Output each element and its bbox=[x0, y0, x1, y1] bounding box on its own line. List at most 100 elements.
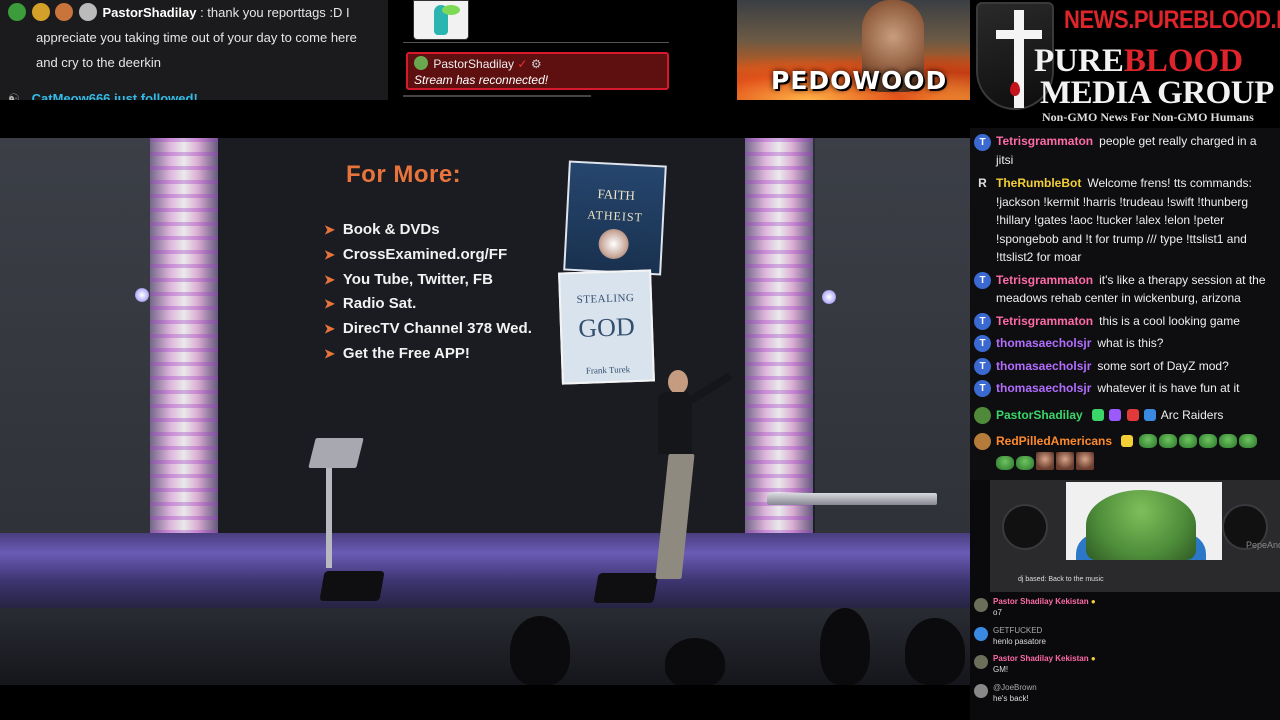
arrow-icon: ➤ bbox=[324, 296, 335, 312]
avatar[interactable]: T bbox=[974, 357, 991, 375]
bottom-letterbox bbox=[0, 685, 970, 720]
chat-username[interactable]: thomasaecholsjr bbox=[996, 336, 1091, 350]
top-chat-line: and cry to the deerkin bbox=[36, 55, 162, 70]
chat-username[interactable]: thomasaecholsjr bbox=[996, 359, 1091, 373]
arrow-icon: ➤ bbox=[324, 246, 335, 262]
badge-icon: ● bbox=[1090, 654, 1096, 663]
pepe-emote-icon bbox=[1158, 434, 1177, 448]
chat-username[interactable]: RedPilledAmericans bbox=[996, 434, 1112, 448]
book-subtitle: ATHEIST bbox=[586, 207, 644, 225]
arrow-icon: ➤ bbox=[324, 271, 335, 287]
badge-icon: ● bbox=[1090, 597, 1096, 606]
badge-icon bbox=[1121, 435, 1134, 447]
avatar[interactable]: T bbox=[974, 271, 991, 289]
chat-username[interactable]: PastorShadilay bbox=[996, 408, 1083, 422]
book-title: FAITH bbox=[597, 186, 636, 203]
slide-item: ➤ CrossExamined.org/FF bbox=[324, 243, 532, 268]
face-emote-icon bbox=[1036, 451, 1054, 470]
pepe-emote-icon bbox=[1198, 434, 1217, 448]
chat-message: o7 bbox=[993, 608, 1002, 617]
avatar[interactable] bbox=[974, 433, 991, 450]
avatar[interactable] bbox=[974, 406, 991, 424]
chat-message: GM! bbox=[993, 665, 1009, 674]
slide-item: ➤ Radio Sat. bbox=[324, 292, 532, 317]
avatar[interactable]: T bbox=[974, 335, 991, 352]
pedowood-banner: PEDOWOOD bbox=[737, 0, 970, 100]
emote-row bbox=[996, 451, 1274, 473]
logo-site-url: NEWS.PUREBLOOD.MEDIA bbox=[1064, 6, 1280, 34]
chat-username[interactable]: Pastor Shadilay Kekistan bbox=[993, 597, 1089, 606]
leaf-icon bbox=[442, 5, 460, 15]
chat-message-row: T thomasaecholsjr whatever it is have fun… bbox=[970, 379, 1280, 398]
slide-item-text: Book & DVDs bbox=[342, 221, 440, 238]
chat-username[interactable]: Tetrisgrammaton bbox=[996, 314, 1093, 328]
chat-message-row: R TheRumbleBot Welcome frens! tts command… bbox=[970, 174, 1280, 267]
avatar[interactable]: R bbox=[974, 175, 991, 192]
book-cover-faith: FAITH ATHEIST bbox=[563, 160, 667, 276]
slide-item-text: DirecTV Channel 378 Wed. bbox=[342, 320, 532, 338]
audience-head bbox=[665, 638, 725, 685]
verified-icon: ✓ bbox=[517, 57, 528, 71]
chat-message-row: RedPilledAmericans bbox=[970, 432, 1280, 472]
logo-word-ure: URE bbox=[1054, 43, 1124, 79]
chat-panel[interactable]: T Tetrisgrammaton people get really charg… bbox=[970, 128, 1280, 480]
chat-message-row: T Tetrisgrammaton this is a cool looking … bbox=[970, 312, 1280, 331]
chat-username[interactable]: PastorShadilay bbox=[103, 5, 197, 20]
gear-icon[interactable]: ⚙ bbox=[531, 57, 542, 71]
speaker-cone-icon bbox=[1002, 504, 1048, 550]
chat-username[interactable]: @JoeBrown bbox=[993, 683, 1037, 692]
chat-username[interactable]: Pastor Shadilay Kekistan bbox=[993, 654, 1089, 663]
mini-chat-row: GETFUCKED henlo pasatore bbox=[970, 625, 1280, 654]
avatar bbox=[974, 598, 988, 612]
mini-chat: Pastor Shadilay Kekistan ● o7 GETFUCKED … bbox=[970, 596, 1280, 710]
pepe-emote-icon bbox=[1016, 455, 1034, 470]
vip-badge-icon bbox=[1126, 408, 1139, 421]
avatar bbox=[974, 626, 988, 641]
slide-item-text: Get the Free APP! bbox=[342, 344, 470, 362]
secondary-stream-panel: PepeAndFre dj based: Back to the music P… bbox=[970, 480, 1280, 720]
mini-stream-view[interactable]: PepeAndFre dj based: Back to the music bbox=[990, 480, 1280, 592]
alert-username[interactable]: PastorShadilay bbox=[433, 57, 514, 71]
top-chat-panel: PastorShadilay : thank you reporttags :D… bbox=[0, 0, 388, 100]
chat-message: henlo pasatore bbox=[993, 636, 1046, 646]
slide-item: ➤ DirecTV Channel 378 Wed. bbox=[324, 317, 532, 342]
slide-item-text: You Tube, Twitter, FB bbox=[342, 270, 493, 288]
chat-message: he's back! bbox=[993, 693, 1029, 703]
avatar[interactable]: T bbox=[974, 134, 991, 151]
avatar[interactable]: T bbox=[974, 380, 991, 397]
mini-stream-subtitle: dj based: Back to the music bbox=[1018, 576, 1104, 583]
avatar-icon bbox=[78, 3, 97, 21]
mini-chat-row: Pastor Shadilay Kekistan ● o7 bbox=[970, 596, 1280, 625]
chat-username[interactable]: Tetrisgrammaton bbox=[996, 134, 1093, 148]
top-overlay-strip: PastorShadilay : thank you reporttags :D… bbox=[0, 0, 1280, 128]
chat-username[interactable]: Tetrisgrammaton bbox=[996, 273, 1093, 287]
chat-username[interactable]: thomasaecholsjr bbox=[996, 381, 1091, 395]
laptop-graphic bbox=[308, 438, 364, 468]
face-emote-icon bbox=[1076, 451, 1094, 470]
video-player[interactable]: For More: ➤ Book & DVDs ➤ CrossExamined.or… bbox=[0, 138, 970, 685]
stage-light bbox=[822, 290, 836, 304]
pillar-lights bbox=[150, 138, 218, 548]
chat-username[interactable]: GETFUCKED bbox=[993, 626, 1042, 635]
book-title-god: GOD bbox=[577, 312, 636, 343]
chat-message: some sort of DayZ mod? bbox=[1097, 358, 1229, 373]
avatar bbox=[974, 683, 988, 698]
bong-thumbnail bbox=[413, 0, 469, 40]
chat-username[interactable]: TheRumbleBot bbox=[996, 176, 1081, 190]
divider bbox=[403, 95, 591, 97]
stage-light bbox=[135, 288, 149, 302]
pepe-emote-icon bbox=[1218, 434, 1237, 448]
banner-text: PEDOWOOD bbox=[771, 66, 948, 95]
pillar-lights bbox=[745, 138, 813, 548]
pepe-emote-icon bbox=[1238, 434, 1257, 448]
podium-stand bbox=[326, 468, 332, 568]
slide-title: For More: bbox=[346, 161, 462, 188]
avatar bbox=[414, 56, 428, 70]
audience-head bbox=[510, 616, 570, 685]
avatar[interactable]: T bbox=[974, 312, 991, 330]
chat-message: : thank you reporttags :D I bbox=[200, 5, 350, 20]
logo-letter: P bbox=[1034, 43, 1055, 79]
top-chat-line: appreciate you taking time out of your d… bbox=[36, 30, 357, 45]
sub-badge-icon bbox=[1092, 408, 1105, 421]
mod-badge-icon bbox=[1109, 408, 1122, 421]
